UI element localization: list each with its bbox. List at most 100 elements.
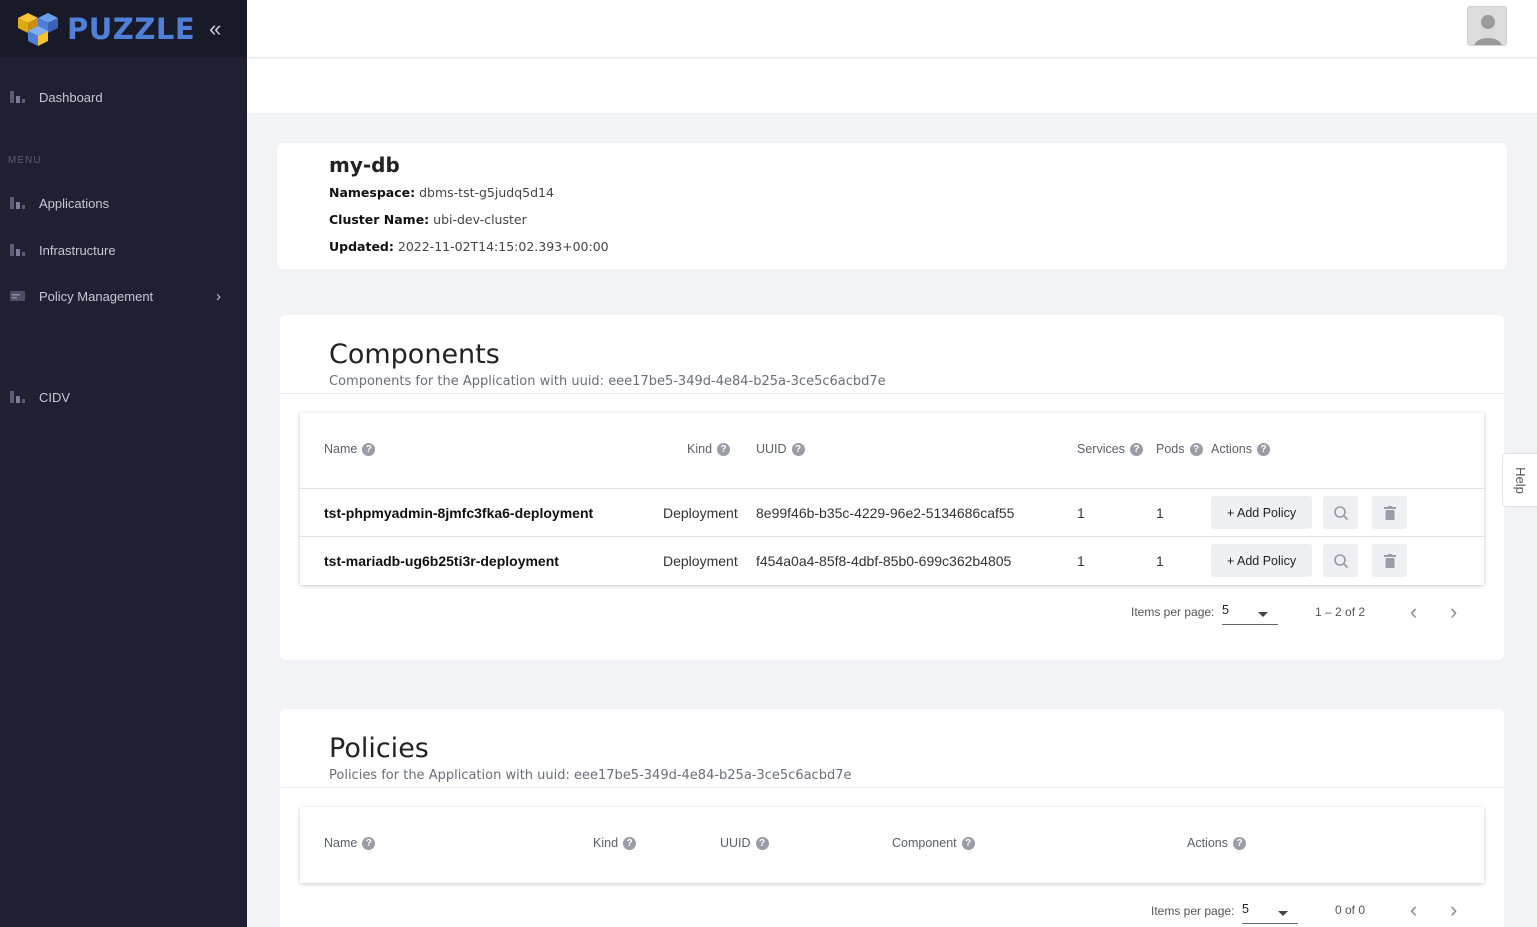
delete-button[interactable] <box>1372 496 1407 529</box>
brand-name: PUZZLE <box>67 11 196 46</box>
user-icon <box>1474 15 1502 45</box>
sidebar-item-label: Dashboard <box>39 89 103 105</box>
help-icon[interactable]: ? <box>717 442 731 456</box>
namespace-row: Namespace: dbms-tst-g5judq5d14 <box>329 185 554 200</box>
search-button[interactable] <box>1323 496 1358 529</box>
component-pods: 1 <box>1156 552 1164 569</box>
component-uuid: 8e99f46b-b35c-4229-96e2-5134686caf55 <box>756 504 1015 521</box>
component-pods: 1 <box>1156 504 1164 521</box>
top-bar <box>247 0 1537 58</box>
component-kind: Deployment <box>663 552 738 569</box>
help-tab-label: Help <box>1513 466 1528 494</box>
add-policy-button[interactable]: + Add Policy <box>1211 496 1312 529</box>
collapse-sidebar-icon[interactable]: « <box>209 17 221 40</box>
menu-section-label: MENU <box>8 155 42 166</box>
trash-icon <box>1383 505 1396 520</box>
help-icon[interactable]: ? <box>755 836 769 850</box>
updated-value: 2022-11-02T14:15:02.393+00:00 <box>397 239 609 254</box>
help-icon[interactable]: ? <box>791 442 805 456</box>
header-label: Kind <box>687 442 713 456</box>
search-icon <box>1333 505 1348 520</box>
help-icon[interactable]: ? <box>1129 442 1143 456</box>
sidebar-item-label: Infrastructure <box>39 242 116 258</box>
delete-button[interactable] <box>1372 544 1407 577</box>
sidebar-item-cidv[interactable]: CIDV <box>0 382 247 412</box>
brand-bar: PUZZLE « <box>0 0 247 57</box>
header-label: Name <box>324 836 358 850</box>
component-uuid: f454a0a4-85f8-4dbf-85b0-699c362b4805 <box>756 552 1012 569</box>
table-row: tst-mariadb-ug6b25ti3r-deployment Deploy… <box>300 536 1484 584</box>
components-subtitle: Components for the Application with uuid… <box>329 374 886 389</box>
header-component: Component? <box>892 836 975 850</box>
header-label: Services <box>1077 442 1125 456</box>
updated-label: Updated: <box>329 239 394 254</box>
header-name: Name? <box>324 836 376 850</box>
component-name[interactable]: tst-phpmyadmin-8jmfc3fka6-deployment <box>324 489 593 536</box>
header-kind: Kind? <box>593 836 637 850</box>
header-services: Services? <box>1077 442 1143 456</box>
previous-page-icon[interactable]: ‹ <box>1410 899 1417 921</box>
policies-subtitle: Policies for the Application with uuid: … <box>329 768 852 783</box>
component-name[interactable]: tst-mariadb-ug6b25ti3r-deployment <box>324 537 559 584</box>
page-size-value: 5 <box>1242 902 1249 916</box>
header-uuid: UUID? <box>720 836 769 850</box>
page-range: 0 of 0 <box>1335 903 1366 917</box>
applications-icon <box>10 197 25 209</box>
add-policy-button[interactable]: + Add Policy <box>1211 544 1312 577</box>
updated-row: Updated: 2022-11-02T14:15:02.393+00:00 <box>329 239 609 254</box>
header-kind: Kind? <box>687 442 731 456</box>
sidebar-item-dashboard[interactable]: Dashboard <box>0 82 247 112</box>
infrastructure-icon <box>10 244 25 256</box>
help-icon[interactable]: ? <box>1257 442 1270 456</box>
items-per-page-label: Items per page: <box>1131 605 1215 619</box>
namespace-label: Namespace: <box>329 185 416 200</box>
header-label: UUID <box>720 836 751 850</box>
page-size-select[interactable]: 5 <box>1222 603 1278 625</box>
application-name: my-db <box>329 153 400 177</box>
header-label: Name <box>324 442 358 456</box>
next-page-icon[interactable]: › <box>1450 899 1457 921</box>
header-actions: Actions? <box>1187 836 1246 850</box>
sidebar-item-applications[interactable]: Applications <box>0 188 247 218</box>
previous-page-icon[interactable]: ‹ <box>1410 601 1417 623</box>
search-icon <box>1333 553 1348 568</box>
help-tab[interactable]: Help <box>1502 453 1537 507</box>
help-icon[interactable]: ? <box>362 836 376 850</box>
help-icon[interactable]: ? <box>1189 442 1203 456</box>
table-row: tst-phpmyadmin-8jmfc3fka6-deployment Dep… <box>300 488 1484 536</box>
components-table: Name? Kind? UUID? Services? Pods? Action… <box>300 413 1484 585</box>
sidebar-item-policy-management[interactable]: Policy Management › <box>0 281 247 311</box>
user-avatar[interactable] <box>1467 6 1507 46</box>
help-icon[interactable]: ? <box>1233 836 1246 850</box>
puzzle-logo-icon <box>18 12 58 46</box>
header-label: Component <box>892 836 957 850</box>
header-label: Kind <box>593 836 619 850</box>
help-icon[interactable]: ? <box>623 836 637 850</box>
header-label: Pods <box>1156 442 1185 456</box>
caret-down-icon <box>1258 612 1268 617</box>
header-pods: Pods? <box>1156 442 1203 456</box>
sub-header-bar <box>247 59 1537 113</box>
items-per-page-label: Items per page: <box>1151 904 1235 918</box>
help-icon[interactable]: ? <box>961 836 975 850</box>
components-card: Components Components for the Applicatio… <box>280 315 1504 660</box>
caret-down-icon <box>1278 911 1288 916</box>
page-size-select[interactable]: 5 <box>1242 902 1298 924</box>
policies-card: Policies Policies for the Application wi… <box>280 709 1504 927</box>
component-services: 1 <box>1077 504 1085 521</box>
policy-management-icon <box>10 291 25 301</box>
namespace-value: dbms-tst-g5judq5d14 <box>419 185 554 200</box>
search-button[interactable] <box>1323 544 1358 577</box>
page-range: 1 – 2 of 2 <box>1315 605 1366 619</box>
page-size-value: 5 <box>1222 603 1229 617</box>
sidebar: PUZZLE « Dashboard MENU Applications Inf… <box>0 0 247 927</box>
sidebar-item-label: Policy Management <box>39 288 154 304</box>
components-title: Components <box>329 339 500 370</box>
next-page-icon[interactable]: › <box>1450 601 1457 623</box>
cluster-label: Cluster Name: <box>329 212 430 227</box>
cluster-row: Cluster Name: ubi-dev-cluster <box>329 212 527 227</box>
sidebar-item-infrastructure[interactable]: Infrastructure <box>0 235 247 265</box>
policies-table: Name? Kind? UUID? Component? Actions? <box>300 807 1484 883</box>
sidebar-item-label: Applications <box>39 195 110 211</box>
help-icon[interactable]: ? <box>362 442 376 456</box>
